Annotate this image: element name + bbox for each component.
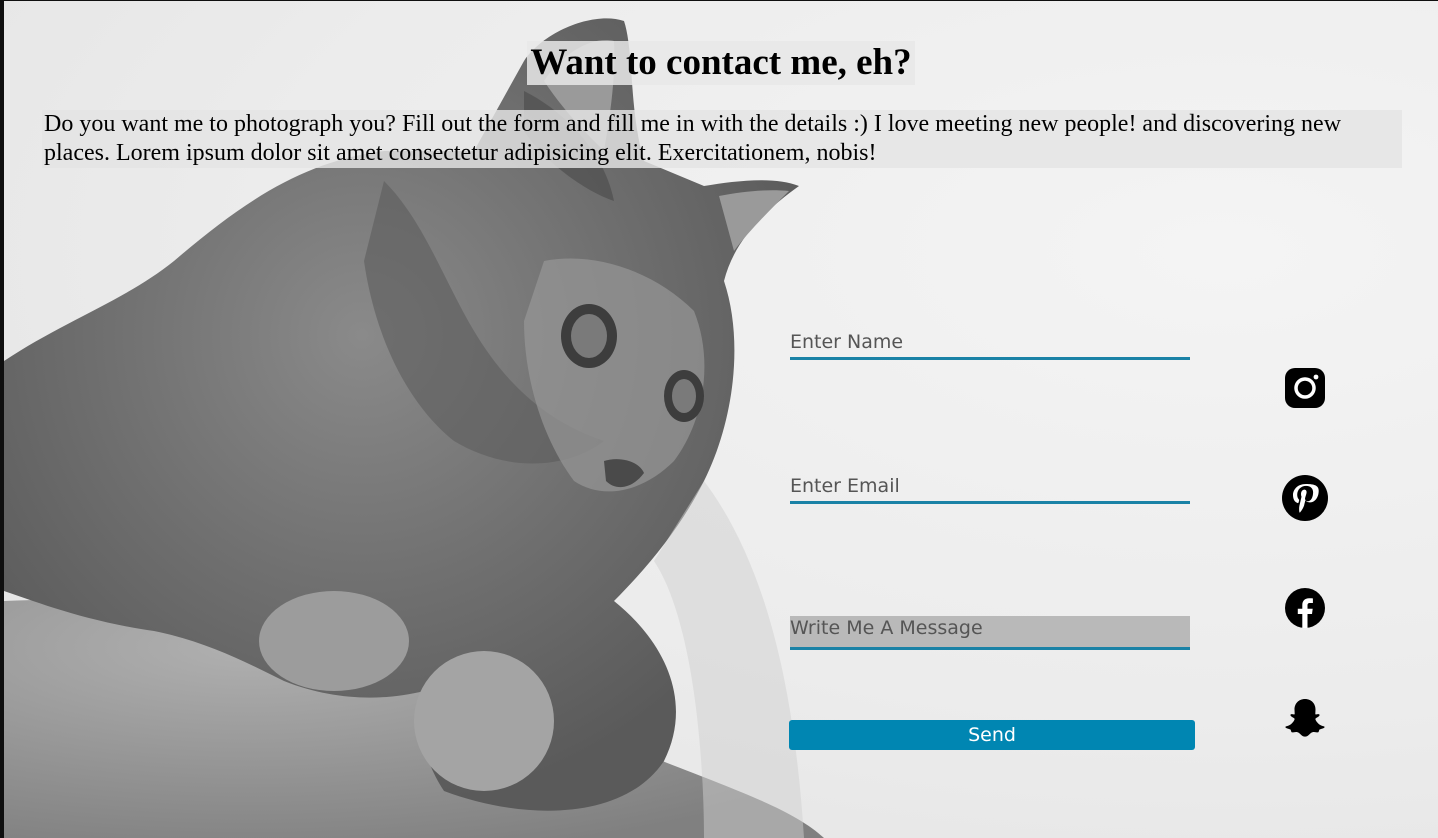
snapchat-icon [1285,699,1325,737]
instagram-link[interactable] [1280,363,1330,413]
facebook-link[interactable] [1280,583,1330,633]
intro-paragraph: Do you want me to photograph you? Fill o… [42,110,1402,168]
contact-page: Want to contact me, eh? Do you want me t… [4,1,1438,838]
email-input[interactable] [790,470,1190,504]
instagram-icon [1285,368,1325,408]
page-title: Want to contact me, eh? [527,41,915,85]
name-input[interactable] [790,326,1190,360]
facebook-icon [1285,588,1325,628]
snapchat-link[interactable] [1280,693,1330,743]
heading-container: Want to contact me, eh? [4,41,1438,85]
message-textarea[interactable] [790,616,1190,650]
pinterest-icon [1282,475,1328,521]
send-button[interactable]: Send [789,720,1195,750]
pinterest-link[interactable] [1280,473,1330,523]
